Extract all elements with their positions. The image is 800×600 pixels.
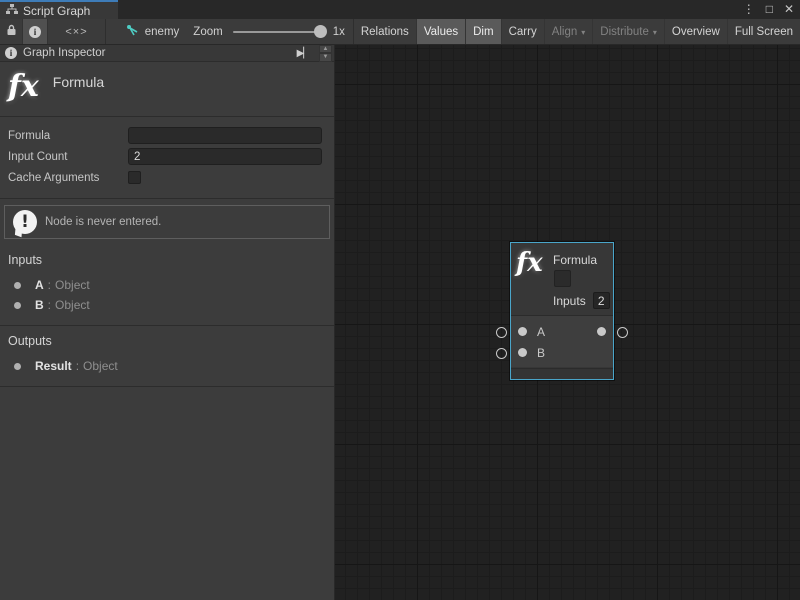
output-pin-row-result: Result : Object [8, 356, 326, 376]
code-view-button[interactable]: <×> [48, 19, 105, 44]
formula-field-row: Formula [8, 125, 322, 146]
inspector-scrollbar[interactable]: ▲ ▼ [319, 45, 332, 62]
zoom-slider-handle[interactable] [314, 25, 327, 38]
values-button[interactable]: Values [417, 19, 466, 44]
input-count-field-row: Input Count [8, 146, 322, 167]
lock-icon [6, 24, 17, 39]
formula-field-label: Formula [8, 130, 128, 142]
toolbar-mode-buttons: Relations Values Dim Carry Align ▾ Distr… [353, 19, 800, 44]
formula-fx-icon: fx [516, 248, 543, 278]
port-row-b: B [511, 342, 613, 363]
inspector-node-title: Formula [53, 70, 104, 90]
outer-input-port-b-icon[interactable] [496, 348, 507, 359]
warning-box: ! Node is never entered. [4, 205, 330, 239]
input-port-b-icon[interactable] [518, 348, 527, 357]
tab-label: Script Graph [23, 4, 90, 18]
zoom-label: Zoom [193, 26, 222, 38]
port-row-a: A [511, 321, 613, 342]
cache-arguments-field-label: Cache Arguments [8, 172, 128, 184]
fullscreen-button[interactable]: Full Screen [728, 19, 800, 44]
zoom-control: Zoom 1x [193, 19, 353, 44]
outer-output-port-icon[interactable] [617, 327, 628, 338]
zoom-slider[interactable] [233, 31, 325, 33]
outputs-section: Outputs Result : Object [0, 326, 334, 387]
node-inputs-count-field[interactable]: 2 [593, 292, 610, 309]
port-dot-icon [14, 302, 21, 309]
inspector-toggle-button[interactable]: i [23, 19, 48, 44]
output-port-result-icon[interactable] [597, 327, 606, 336]
inspector-header: i Graph Inspector ▶▏ ▲ ▼ [0, 45, 334, 62]
cache-arguments-field-row: Cache Arguments [8, 167, 322, 188]
info-icon: i [5, 47, 17, 59]
formula-node-footer [511, 368, 613, 379]
chevron-down-icon: ▾ [581, 27, 585, 37]
formula-node-checkbox[interactable] [554, 270, 571, 287]
graph-inspector-panel: i Graph Inspector ▶▏ ▲ ▼ fx Formula Form… [0, 45, 335, 600]
node-inputs-label: Inputs [553, 294, 586, 308]
window-close-icon[interactable]: ✕ [784, 0, 794, 19]
relations-button[interactable]: Relations [354, 19, 417, 44]
warning-text: Node is never entered. [45, 216, 161, 228]
inspector-fields: Formula Input Count Cache Arguments [0, 117, 334, 199]
graph-canvas[interactable]: fx Formula Inputs 2 A B [335, 45, 800, 600]
port-dot-icon [14, 282, 21, 289]
graph-name: enemy [145, 26, 180, 38]
warning-icon: ! [13, 210, 37, 234]
scroll-up-icon[interactable]: ▲ [319, 45, 332, 54]
dim-button[interactable]: Dim [466, 19, 501, 44]
carry-button[interactable]: Carry [502, 19, 545, 44]
inspector-header-title: Graph Inspector [23, 47, 105, 59]
script-graph-icon [6, 4, 18, 18]
inspector-empty-area [0, 387, 334, 600]
info-icon: i [29, 26, 41, 38]
graph-toolbar: i <×> enemy Zoom 1x Relations Values Dim… [0, 19, 800, 45]
formula-node-title: Formula [553, 253, 597, 267]
lock-button[interactable] [0, 19, 23, 44]
inputs-section-title: Inputs [8, 253, 326, 267]
formula-node-inputs-row: Inputs 2 [553, 292, 610, 309]
formula-fx-icon: fx [8, 70, 39, 104]
window-menu-icon[interactable]: ⋮ [743, 0, 755, 19]
align-button[interactable]: Align ▾ [545, 19, 594, 44]
formula-input[interactable] [128, 127, 322, 144]
dock-panel-icon[interactable]: ▶▏ [294, 48, 313, 59]
distribute-button[interactable]: Distribute ▾ [593, 19, 665, 44]
input-pin-row-a: A : Object [8, 275, 326, 295]
input-count-field-label: Input Count [8, 151, 128, 163]
outer-input-port-a-icon[interactable] [496, 327, 507, 338]
input-pin-row-b: B : Object [8, 295, 326, 315]
inputs-section: Inputs A : Object B : Object [0, 245, 334, 326]
tab-script-graph[interactable]: Script Graph [0, 0, 118, 19]
formula-node[interactable]: fx Formula Inputs 2 A B [510, 242, 614, 380]
port-dot-icon [14, 363, 21, 370]
input-port-a-icon[interactable] [518, 327, 527, 336]
chevron-down-icon: ▾ [653, 27, 657, 37]
input-count-input[interactable] [128, 148, 322, 165]
outputs-section-title: Outputs [8, 334, 326, 348]
window-maximize-icon[interactable]: □ [766, 0, 773, 19]
node-title-block: fx Formula [0, 62, 334, 117]
window-tab-bar: Script Graph ⋮ □ ✕ [0, 0, 800, 19]
cache-arguments-checkbox[interactable] [128, 171, 141, 184]
overview-button[interactable]: Overview [665, 19, 728, 44]
zoom-value: 1x [333, 26, 345, 38]
formula-node-header[interactable]: fx Formula Inputs 2 [511, 243, 613, 315]
scroll-down-icon[interactable]: ▼ [319, 53, 332, 62]
formula-node-ports: A B [511, 315, 613, 367]
graph-reference[interactable]: enemy [106, 19, 194, 44]
graph-asset-icon [126, 24, 139, 40]
